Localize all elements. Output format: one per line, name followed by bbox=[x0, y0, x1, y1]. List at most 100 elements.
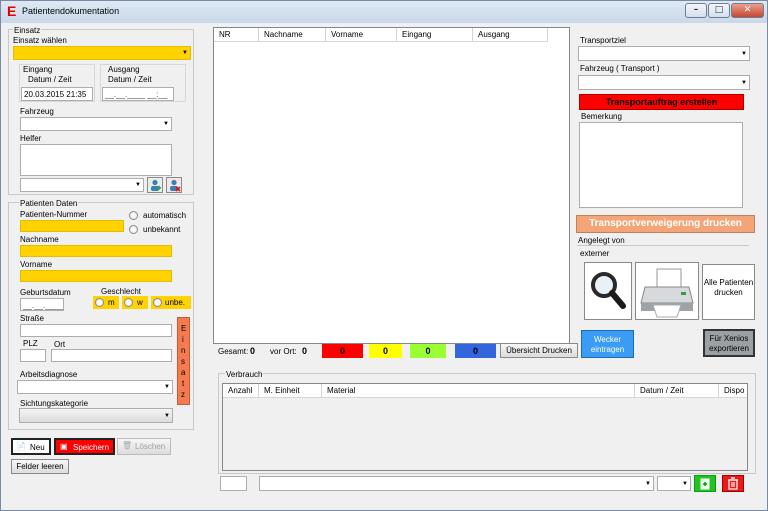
alle-patienten-drucken-button[interactable]: Alle Patienten drucken bbox=[702, 264, 755, 320]
geburtsdatum-field[interactable]: __.__.____ bbox=[20, 298, 64, 311]
chevron-down-icon: ▼ bbox=[135, 182, 141, 188]
column-header-dispo[interactable]: Dispo bbox=[719, 384, 747, 398]
column-header-eingang[interactable]: Eingang bbox=[397, 28, 473, 42]
arbeitsdiagnose-select[interactable]: ▼ bbox=[17, 380, 173, 394]
geschlecht-w-radio[interactable] bbox=[124, 298, 133, 307]
fahrzeug-select[interactable]: ▼ bbox=[20, 117, 172, 131]
nachname-label: Nachname bbox=[20, 235, 59, 244]
vor-ort-label: vor Ort: bbox=[270, 347, 297, 356]
column-header-anzahl[interactable]: Anzahl bbox=[223, 384, 259, 398]
anzahl-input[interactable] bbox=[220, 476, 247, 491]
einsatz-letter: a bbox=[181, 368, 186, 377]
transportziel-label: Transportziel bbox=[580, 36, 626, 45]
column-header-einheit[interactable]: M. Einheit bbox=[259, 384, 322, 398]
save-icon: ▣ bbox=[60, 442, 68, 451]
automatisch-label: automatisch bbox=[143, 211, 187, 220]
sichtungskategorie-label: Sichtungskategorie bbox=[20, 399, 89, 408]
yellow-count-badge: 0 bbox=[369, 344, 402, 358]
plz-label: PLZ bbox=[23, 339, 38, 348]
einsatz-group-label: Einsatz bbox=[13, 26, 42, 35]
wecker-eintragen-button[interactable]: Wecker eintragen bbox=[581, 330, 634, 358]
transportziel-select[interactable]: ▼ bbox=[578, 46, 750, 61]
chevron-down-icon: ▼ bbox=[682, 480, 688, 487]
strasse-label: Straße bbox=[20, 314, 45, 323]
sichtungskategorie-select[interactable]: ▼ bbox=[19, 408, 173, 423]
remove-helper-button[interactable] bbox=[166, 177, 182, 193]
material-select[interactable]: ▼ bbox=[259, 476, 654, 491]
helfer-list[interactable] bbox=[20, 144, 172, 176]
geschlecht-m-radio[interactable] bbox=[95, 298, 104, 307]
speichern-button[interactable]: ▣ Speichern bbox=[54, 438, 115, 455]
column-header-vorname[interactable]: Vorname bbox=[326, 28, 397, 42]
add-material-button[interactable] bbox=[694, 475, 716, 492]
patienten-nummer-label: Patienten-Nummer bbox=[20, 210, 88, 219]
uebersicht-drucken-button[interactable]: Übersicht Drucken bbox=[500, 343, 578, 358]
plz-field[interactable] bbox=[20, 349, 46, 362]
close-button[interactable]: ✕ bbox=[731, 3, 764, 18]
geschlecht-m-option[interactable]: m bbox=[93, 296, 119, 309]
einsatz-letter: E bbox=[181, 324, 187, 333]
einsatz-letter: z bbox=[181, 390, 185, 399]
add-person-icon bbox=[151, 179, 161, 191]
gesamt-value: 0 bbox=[250, 346, 256, 356]
chevron-down-icon: ▼ bbox=[645, 480, 651, 487]
chevron-down-icon: ▼ bbox=[163, 121, 169, 127]
transport-fahrzeug-select[interactable]: ▼ bbox=[578, 75, 750, 90]
fahrzeug-label: Fahrzeug bbox=[20, 107, 54, 116]
vorname-field[interactable] bbox=[20, 270, 172, 282]
helfer-select[interactable]: ▼ bbox=[20, 178, 144, 192]
column-header-material[interactable]: Material bbox=[322, 384, 635, 398]
geschlecht-unbe-label: unbe. bbox=[165, 298, 186, 307]
transportverweigerung-drucken-button[interactable]: Transportverweigerung drucken bbox=[576, 215, 755, 233]
felder-leeren-button[interactable]: Felder leeren bbox=[11, 459, 69, 474]
ort-label: Ort bbox=[54, 340, 66, 349]
bemerkung-textarea[interactable] bbox=[579, 122, 743, 208]
geschlecht-m-label: m bbox=[108, 298, 115, 307]
nachname-field[interactable] bbox=[20, 245, 172, 257]
transportauftrag-erstellen-button[interactable]: Transportauftrag erstellen bbox=[579, 94, 744, 110]
angelegt-von-value: externer bbox=[580, 249, 610, 258]
geschlecht-unbe-option[interactable]: unbe. bbox=[151, 296, 191, 309]
patient-table[interactable]: NR Nachname Vorname Eingang Ausgang bbox=[213, 27, 570, 344]
add-helper-button[interactable] bbox=[147, 177, 163, 193]
minimize-button[interactable]: – bbox=[685, 3, 707, 18]
app-logo: E bbox=[7, 3, 17, 19]
unbekannt-label: unbekannt bbox=[143, 225, 181, 234]
window-title: Patientendokumentation bbox=[22, 6, 120, 16]
einsatz-select[interactable]: ▼ bbox=[13, 46, 191, 60]
xenios-exportieren-button[interactable]: Für Xenios exportieren bbox=[703, 329, 755, 357]
einsatz-vertical-button[interactable]: E i n s a t z bbox=[177, 317, 190, 405]
verbrauch-table[interactable]: Anzahl M. Einheit Material Datum / Zeit … bbox=[222, 383, 748, 471]
maximize-button[interactable]: □ bbox=[708, 3, 730, 18]
search-button[interactable] bbox=[584, 262, 632, 320]
ausgang-label: Ausgang bbox=[108, 65, 140, 74]
geschlecht-label: Geschlecht bbox=[101, 287, 142, 296]
strasse-field[interactable] bbox=[20, 324, 172, 337]
geschlecht-w-option[interactable]: w bbox=[122, 296, 148, 309]
verbrauch-group-label: Verbrauch bbox=[225, 370, 264, 379]
unbekannt-radio[interactable] bbox=[129, 225, 138, 234]
einheit-select[interactable]: ▼ bbox=[657, 476, 691, 491]
verbrauch-table-header: Anzahl M. Einheit Material Datum / Zeit … bbox=[223, 384, 747, 398]
vor-ort-value: 0 bbox=[302, 346, 308, 356]
print-button[interactable] bbox=[635, 262, 699, 320]
neu-button[interactable]: 📄 Neu bbox=[11, 438, 51, 455]
column-header-nr[interactable]: NR bbox=[214, 28, 259, 42]
einsatz-letter: s bbox=[181, 357, 185, 366]
eingang-datetime-field[interactable]: 20.03.2015 21:35 bbox=[21, 87, 93, 101]
column-header-datum-zeit[interactable]: Datum / Zeit bbox=[635, 384, 719, 398]
remove-person-icon bbox=[170, 179, 181, 192]
chevron-down-icon: ▼ bbox=[164, 412, 170, 419]
column-header-ausgang[interactable]: Ausgang bbox=[473, 28, 548, 42]
ort-field[interactable] bbox=[51, 349, 172, 362]
delete-material-button[interactable] bbox=[722, 475, 744, 492]
chevron-down-icon: ▼ bbox=[182, 50, 188, 56]
neu-button-label: Neu bbox=[30, 443, 45, 452]
patienten-nummer-field[interactable] bbox=[20, 220, 124, 232]
geschlecht-unbe-radio[interactable] bbox=[153, 298, 162, 307]
ausgang-datetime-field[interactable]: __.__.____ __:__ bbox=[102, 87, 174, 101]
automatisch-radio[interactable] bbox=[129, 211, 138, 220]
ausgang-sublabel: Datum / Zeit bbox=[108, 75, 152, 84]
loeschen-button[interactable]: 🗑 Löschen bbox=[117, 438, 171, 455]
column-header-nachname[interactable]: Nachname bbox=[259, 28, 326, 42]
